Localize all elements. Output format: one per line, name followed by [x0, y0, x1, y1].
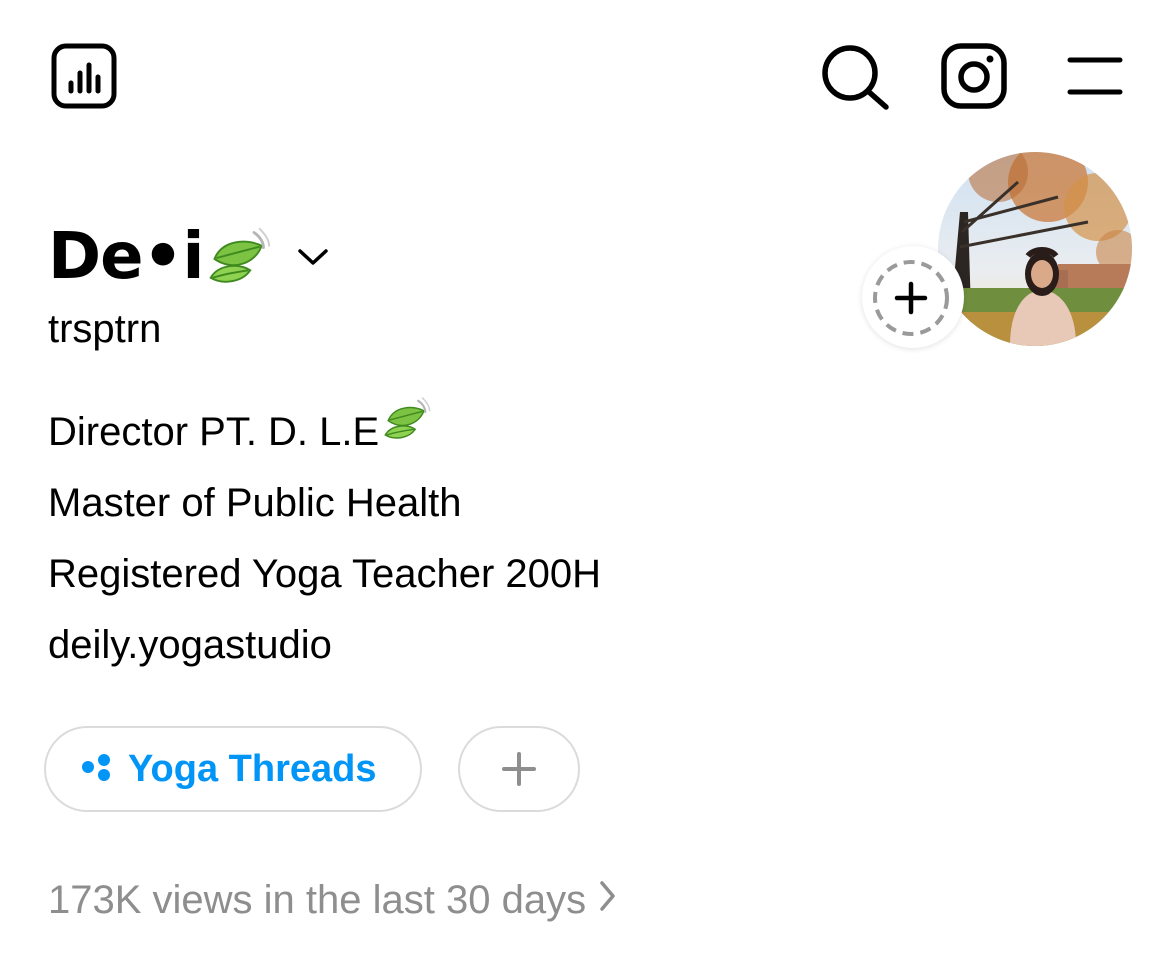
views-text: 173K views in the last 30 days	[48, 877, 587, 922]
threads-dots-icon	[80, 752, 114, 787]
views-link[interactable]: 173K views in the last 30 days	[48, 872, 616, 928]
yoga-threads-chip[interactable]: Yoga Threads	[44, 726, 422, 812]
bio: Director PT. D. L.E Master of Public Hea…	[48, 400, 601, 684]
plus-icon	[502, 752, 536, 786]
username: trsptrn	[48, 307, 162, 351]
add-story-button[interactable]	[862, 246, 964, 348]
chevron-down-icon[interactable]	[297, 247, 329, 272]
chip-label: Yoga Threads	[128, 747, 377, 790]
bio-link[interactable]: deily.yogastudio	[48, 613, 601, 684]
leaf-icon	[205, 225, 271, 296]
menu-icon[interactable]	[1066, 56, 1124, 96]
account-switcher[interactable]: De•i	[48, 212, 329, 302]
leaf-icon	[381, 395, 431, 464]
bio-line-text: Director PT. D. L.E	[48, 410, 380, 454]
insights-icon[interactable]	[50, 42, 118, 110]
add-chip-button[interactable]	[458, 726, 580, 812]
bio-line: Master of Public Health	[48, 481, 462, 525]
bio-line: Registered Yoga Teacher 200H	[48, 552, 602, 596]
bio-line: Director PT. D. L.E	[48, 400, 601, 471]
threads-icon[interactable]	[940, 42, 1008, 110]
search-icon[interactable]	[820, 43, 890, 111]
display-name: De•i	[48, 220, 204, 294]
chevron-right-icon	[598, 878, 616, 923]
avatar[interactable]	[938, 152, 1132, 346]
